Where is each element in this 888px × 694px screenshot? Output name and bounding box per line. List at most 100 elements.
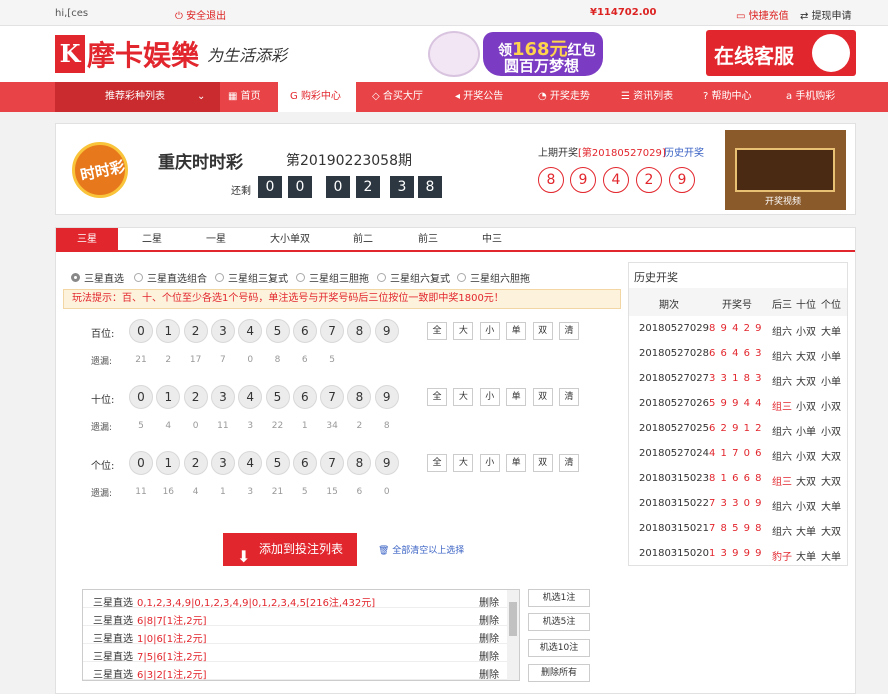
delete-bet-link[interactable]: 删除 (479, 594, 499, 609)
random-5-button[interactable]: 机选5注 (528, 613, 590, 631)
number-ball[interactable]: 2 (183, 319, 208, 343)
quick-select-button[interactable]: 大 (453, 322, 474, 340)
random-10-button[interactable]: 机选10注 (528, 639, 590, 657)
nav-mobile[interactable]: a 手机购彩 (786, 82, 850, 112)
number-ball[interactable]: 8 (347, 319, 372, 343)
quick-select-button[interactable]: 清 (559, 454, 579, 472)
quick-select-button[interactable]: 全 (427, 388, 447, 406)
recommend-lottery-dropdown[interactable]: 推荐彩种列表 ⌄ (55, 82, 220, 112)
nav-home[interactable]: ▦ 首页 (228, 82, 273, 112)
quick-select-button[interactable]: 小 (479, 322, 500, 340)
number-ball[interactable]: 9 (374, 385, 399, 409)
number-ball[interactable]: 7 (320, 451, 345, 475)
nav-lottery-center[interactable]: G 购彩中心 (278, 82, 356, 112)
prev-draw-label: 上期开奖[第20180527029] (538, 148, 666, 159)
random-1-button[interactable]: 机选1注 (528, 589, 590, 607)
quick-select-button[interactable]: 单 (506, 454, 527, 472)
top-bar: hi,[ces ⏻ 安全退出 ¥114702.00 ▭ 快捷充值 ⇄ 提现申请 (0, 0, 888, 26)
nav-draw-notice[interactable]: ◂ 开奖公告 (455, 82, 519, 112)
number-ball[interactable]: 2 (183, 385, 208, 409)
quick-select-button[interactable]: 大 (453, 388, 474, 406)
number-ball[interactable]: 9 (374, 451, 399, 475)
online-service-button[interactable]: 在线客服 (706, 30, 856, 76)
draw-video-thumbnail[interactable]: 开奖视频 (725, 130, 846, 210)
number-ball[interactable]: 0 (129, 319, 153, 343)
logout-link[interactable]: ⏻ 安全退出 (175, 7, 226, 22)
miss-value: 1 (220, 487, 226, 497)
number-ball[interactable]: 1 (156, 319, 181, 343)
history-link[interactable]: 历史开奖 (664, 144, 704, 159)
play-type-radio[interactable]: 三星直选组合 (134, 270, 207, 285)
delete-bet-link[interactable]: 删除 (479, 630, 499, 645)
history-row: 20180527028 6 6 4 6 3 组六 大双 小单 (629, 341, 847, 366)
number-ball[interactable]: 1 (156, 385, 181, 409)
quick-select-button[interactable]: 清 (559, 388, 579, 406)
number-ball[interactable]: 3 (210, 319, 235, 343)
play-type-radio[interactable]: 三星组三复式 (215, 270, 288, 285)
nav-help[interactable]: ? 帮助中心 (703, 82, 767, 112)
countdown-digit: 0 (288, 176, 312, 198)
number-ball[interactable]: 4 (238, 451, 263, 475)
number-ball[interactable]: 5 (265, 385, 290, 409)
tab-front-two[interactable]: 前二 (333, 228, 393, 252)
bet-list-scrollbar[interactable] (507, 590, 519, 680)
tab-mid-three[interactable]: 中三 (462, 228, 522, 252)
bet-list: 三星直选 0,1,2,3,4,9|0,1,2,3,4,9|0,1,2,3,4,5[… (82, 589, 520, 681)
delete-bet-link[interactable]: 删除 (479, 648, 499, 663)
number-ball[interactable]: 7 (320, 319, 345, 343)
quick-select-button[interactable]: 小 (479, 388, 500, 406)
tab-two-star[interactable]: 二星 (122, 228, 182, 252)
tab-front-three[interactable]: 前三 (398, 228, 458, 252)
number-ball[interactable]: 4 (238, 385, 263, 409)
number-ball[interactable]: 3 (210, 451, 235, 475)
quick-select-button[interactable]: 单 (506, 322, 527, 340)
number-ball[interactable]: 5 (265, 451, 290, 475)
nav-news[interactable]: ☰ 资讯列表 (621, 82, 685, 112)
nav-draw-trend[interactable]: ◔ 开奖走势 (538, 82, 602, 112)
history-ten: 大单 (796, 552, 816, 563)
delete-bet-link[interactable]: 删除 (479, 612, 499, 627)
delete-all-button[interactable]: 删除所有 (528, 664, 590, 682)
quick-select-button[interactable]: 全 (427, 454, 447, 472)
tab-three-star[interactable]: 三星 (56, 228, 118, 252)
number-ball[interactable]: 0 (129, 385, 153, 409)
header: K 摩卡娱樂 为生活添彩 领168元红包 圆百万梦想 在线客服 (0, 26, 888, 82)
quick-select-button[interactable]: 双 (532, 322, 553, 340)
quick-select-button[interactable]: 单 (506, 388, 527, 406)
site-logo[interactable]: K 摩卡娱樂 为生活添彩 (55, 35, 287, 73)
tab-big-small[interactable]: 大小单双 (256, 228, 324, 252)
number-ball[interactable]: 8 (347, 385, 372, 409)
delete-bet-link[interactable]: 删除 (479, 666, 499, 680)
quick-select-button[interactable]: 双 (532, 388, 553, 406)
play-type-radio[interactable]: 三星直选 (71, 270, 124, 285)
number-ball[interactable]: 4 (238, 319, 263, 343)
play-type-radio[interactable]: 三星组六复式 (377, 270, 450, 285)
number-ball[interactable]: 3 (210, 385, 235, 409)
tab-one-star[interactable]: 一星 (186, 228, 246, 252)
quick-select-button[interactable]: 全 (427, 322, 447, 340)
number-ball[interactable]: 6 (292, 451, 317, 475)
promo-banner[interactable]: 领168元红包 圆百万梦想 (428, 29, 603, 79)
play-type-radio[interactable]: 三星组三胆拖 (296, 270, 369, 285)
play-type-radio[interactable]: 三星组六胆拖 (457, 270, 530, 285)
quick-select-button[interactable]: 清 (559, 322, 579, 340)
number-ball[interactable]: 9 (374, 319, 399, 343)
number-ball[interactable]: 7 (320, 385, 345, 409)
clear-selection-link[interactable]: 🗑 全部清空以上选择 (378, 543, 464, 556)
number-ball[interactable]: 1 (156, 451, 181, 475)
number-ball[interactable]: 5 (265, 319, 290, 343)
quick-select-button[interactable]: 双 (532, 454, 553, 472)
number-ball[interactable]: 0 (129, 451, 153, 475)
nav-group-buy[interactable]: ◇ 合买大厅 (372, 82, 436, 112)
withdraw-link[interactable]: ⇄ 提现申请 (800, 7, 852, 22)
ssc-logo-icon: 时时彩 (72, 142, 128, 198)
number-ball[interactable]: 8 (347, 451, 372, 475)
quick-select-button[interactable]: 小 (479, 454, 500, 472)
quick-select-button[interactable]: 大 (453, 454, 474, 472)
add-to-bet-list-button[interactable]: ⬇ 添加到投注列表 (223, 533, 357, 566)
history-after-three: 组六 (772, 527, 792, 538)
quick-recharge-link[interactable]: ▭ 快捷充值 (736, 7, 789, 22)
number-ball[interactable]: 6 (292, 385, 317, 409)
number-ball[interactable]: 6 (292, 319, 317, 343)
number-ball[interactable]: 2 (183, 451, 208, 475)
